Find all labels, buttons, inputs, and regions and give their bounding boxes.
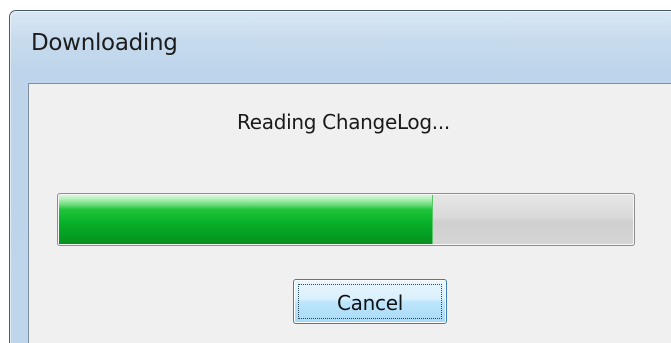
- progress-bar-fill: [59, 195, 433, 244]
- progress-bar: [57, 193, 635, 246]
- cancel-button-label: Cancel: [337, 290, 403, 315]
- status-text: Reading ChangeLog...: [237, 110, 450, 134]
- dialog-client-area: Reading ChangeLog... Cancel: [28, 83, 671, 343]
- cancel-button[interactable]: Cancel: [293, 279, 447, 324]
- download-dialog: Downloading Reading ChangeLog... Cancel: [9, 10, 671, 343]
- dialog-title: Downloading: [31, 30, 178, 56]
